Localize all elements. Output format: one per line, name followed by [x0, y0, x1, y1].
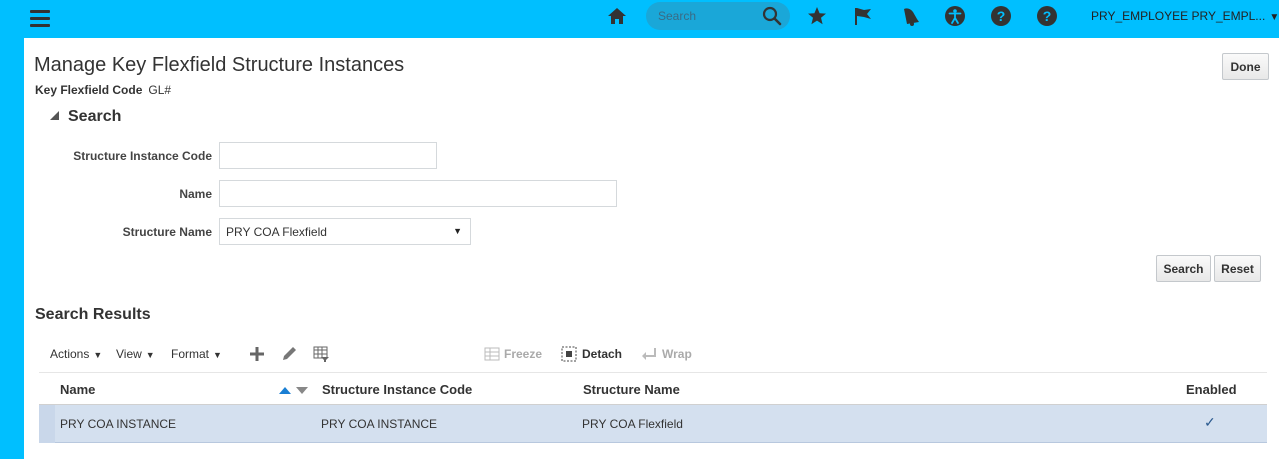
- svg-text:?: ?: [997, 8, 1006, 24]
- cell-structure-instance-code: PRY COA INSTANCE: [321, 417, 438, 431]
- svg-text:?: ?: [1043, 8, 1052, 24]
- structure-instance-code-label: Structure Instance Code: [73, 149, 212, 163]
- key-flexfield-value: GL#: [148, 83, 172, 97]
- table-row[interactable]: PRY COA INSTANCE PRY COA INSTANCE PRY CO…: [39, 405, 1267, 443]
- freeze-icon: [484, 347, 500, 361]
- freeze-button[interactable]: Freeze: [504, 347, 542, 361]
- page-title: Manage Key Flexfield Structure Instances: [34, 54, 405, 76]
- home-icon[interactable]: [606, 5, 628, 27]
- view-menu-label: View: [116, 347, 142, 361]
- accessibility-icon[interactable]: [944, 5, 966, 27]
- hamburger-menu-icon[interactable]: [30, 10, 50, 28]
- structure-name-selected: PRY COA Flexfield: [226, 225, 327, 239]
- actions-menu-label: Actions: [50, 347, 90, 361]
- user-menu-label: PRY_EMPLOYEE PRY_EMPL...: [1091, 9, 1266, 23]
- help-icon[interactable]: ?: [1036, 5, 1058, 27]
- format-menu-label: Format: [171, 347, 210, 361]
- star-icon[interactable]: [806, 5, 828, 27]
- search-results-header: Search Results: [35, 306, 151, 323]
- key-flexfield-info: Key Flexfield Code GL#: [35, 83, 171, 97]
- enabled-check-icon: ✓: [1204, 414, 1216, 430]
- dropdown-arrow-icon: ▼: [453, 226, 462, 236]
- view-menu[interactable]: View ▼: [116, 347, 155, 361]
- global-search[interactable]: [646, 2, 790, 30]
- cell-name: PRY COA INSTANCE: [60, 417, 177, 431]
- top-bar: ? ? PRY_EMPLOYEE PRY_EMPL...▼: [0, 0, 1279, 38]
- sort-icon[interactable]: [279, 385, 309, 395]
- reset-button[interactable]: Reset: [1214, 255, 1261, 282]
- column-header-structure-name[interactable]: Structure Name: [583, 382, 680, 397]
- add-icon[interactable]: [248, 345, 266, 363]
- user-menu[interactable]: PRY_EMPLOYEE PRY_EMPL... ▼: [1091, 9, 1279, 23]
- column-header-enabled[interactable]: Enabled: [1186, 382, 1237, 397]
- name-input[interactable]: [219, 180, 617, 207]
- chevron-down-icon: ▼: [145, 350, 155, 360]
- actions-menu[interactable]: Actions ▼: [50, 347, 102, 361]
- query-by-example-icon[interactable]: [312, 345, 330, 363]
- structure-instance-code-input[interactable]: [219, 142, 437, 169]
- row-gutter: [39, 405, 55, 443]
- chevron-down-icon: ▼: [213, 350, 222, 360]
- global-search-input[interactable]: [658, 7, 758, 25]
- search-button[interactable]: Search: [1156, 255, 1211, 282]
- key-flexfield-label: Key Flexfield Code: [35, 83, 143, 97]
- search-icon[interactable]: [762, 6, 782, 26]
- flag-icon[interactable]: [852, 5, 874, 27]
- wrap-icon: [642, 348, 656, 360]
- chevron-down-icon: ▼: [93, 350, 103, 360]
- done-button[interactable]: Done: [1222, 53, 1269, 80]
- wrap-button[interactable]: Wrap: [662, 347, 692, 361]
- structure-name-select[interactable]: PRY COA Flexfield ▼: [219, 218, 471, 245]
- structure-name-label: Structure Name: [122, 225, 212, 239]
- table-header: Name Structure Instance Code Structure N…: [39, 372, 1267, 405]
- collapse-triangle-icon[interactable]: [50, 111, 59, 120]
- help-icon[interactable]: ?: [990, 5, 1012, 27]
- format-menu[interactable]: Format ▼: [171, 347, 222, 361]
- cell-structure-name: PRY COA Flexfield: [582, 417, 683, 431]
- detach-icon[interactable]: [560, 345, 578, 363]
- search-section-title: Search: [68, 108, 122, 125]
- main-panel: Manage Key Flexfield Structure Instances…: [24, 38, 1279, 459]
- detach-button[interactable]: Detach: [582, 347, 622, 361]
- column-header-name[interactable]: Name: [60, 382, 95, 397]
- bell-icon[interactable]: [898, 5, 920, 27]
- search-section-header[interactable]: Search: [50, 108, 121, 126]
- name-label: Name: [179, 187, 212, 201]
- chevron-down-icon: ▼: [1269, 12, 1279, 23]
- column-header-structure-instance-code[interactable]: Structure Instance Code: [322, 382, 472, 397]
- edit-pencil-icon[interactable]: [280, 345, 298, 363]
